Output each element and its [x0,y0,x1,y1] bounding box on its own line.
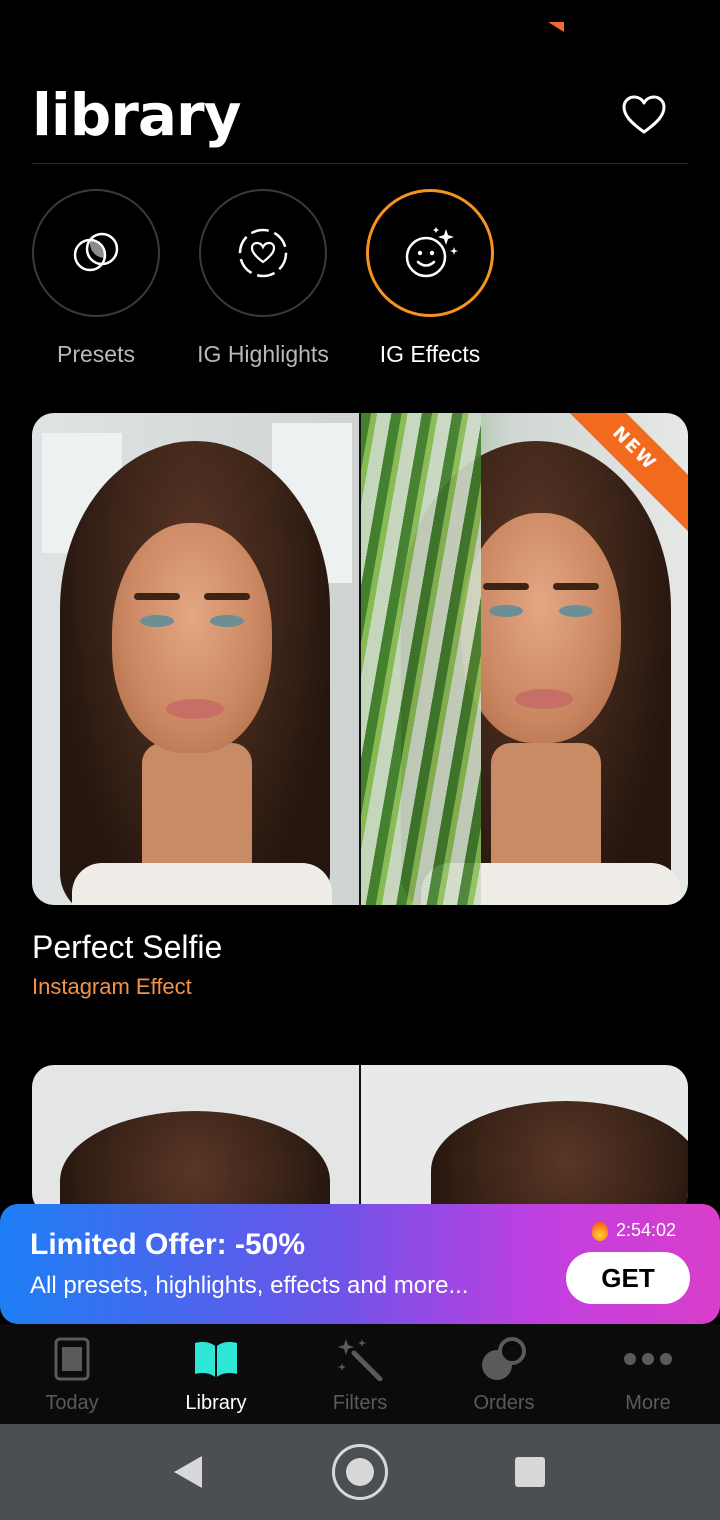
today-icon [54,1337,90,1381]
page-title: library [32,81,241,149]
offer-timer: 2:54:02 [591,1220,676,1241]
tab-more[interactable]: More [576,1324,720,1424]
offer-description: All presets, highlights, effects and mor… [30,1272,469,1299]
tab-orders[interactable]: Orders [432,1324,576,1424]
category-selector: Presets IG Highlights IG Effects [32,189,688,369]
presets-icon [73,232,119,272]
library-book-icon [195,1342,237,1377]
effect-preview-image-next [32,1065,688,1215]
more-dots-icon [624,1353,672,1365]
category-ig-highlights[interactable]: IG Highlights [178,189,348,368]
category-effects-label: IG Effects [379,341,481,367]
effect-card-next[interactable] [32,1065,688,1215]
tab-library[interactable]: Library [144,1324,288,1424]
category-presets-ring [32,189,160,317]
flame-icon [591,1220,608,1241]
favorites-button[interactable] [620,92,668,140]
tab-filters-label: Filters [332,1392,388,1414]
category-presets-label: Presets [57,341,135,367]
home-icon[interactable] [332,1444,388,1500]
tab-library-label: Library [185,1392,247,1414]
tab-today-label: Today [45,1392,99,1414]
category-highlights-label: IG Highlights [197,341,329,367]
category-effects-ring [366,189,494,317]
status-indicator [548,22,564,32]
get-offer-button[interactable]: GET [566,1252,690,1304]
tab-today[interactable]: Today [0,1324,144,1424]
effect-preview-image: NEW [32,413,688,905]
recent-apps-icon[interactable] [515,1457,545,1487]
offer-timer-value: 2:54:02 [615,1220,676,1240]
header: library [32,80,688,164]
tab-filters[interactable]: Filters [288,1324,432,1424]
tab-orders-label: Orders [473,1392,535,1414]
preview-photo-before [32,413,359,905]
card-title: Perfect Selfie [32,929,223,965]
orders-icon [482,1337,526,1380]
bottom-tab-bar: Today Library Filters Orders More [0,1324,720,1424]
system-nav-bar [0,1424,720,1520]
limited-offer-banner[interactable]: Limited Offer: -50% All presets, highlig… [0,1204,720,1324]
offer-title: Limited Offer: -50% [30,1228,306,1261]
heart-icon [622,95,666,134]
smiley-sparkle-icon [405,227,458,278]
category-presets[interactable]: Presets [11,189,181,368]
effect-card[interactable]: NEW Perfect Selfie Instagram Effect [32,413,688,1000]
highlight-heart-icon [238,228,288,278]
tab-more-label: More [625,1392,671,1414]
magic-wand-icon [338,1339,383,1381]
card-subtitle: Instagram Effect [32,974,192,999]
back-icon[interactable] [174,1456,202,1488]
category-ig-effects[interactable]: IG Effects [345,189,515,368]
category-highlights-ring [199,189,327,317]
preview-photo-after [359,413,688,905]
